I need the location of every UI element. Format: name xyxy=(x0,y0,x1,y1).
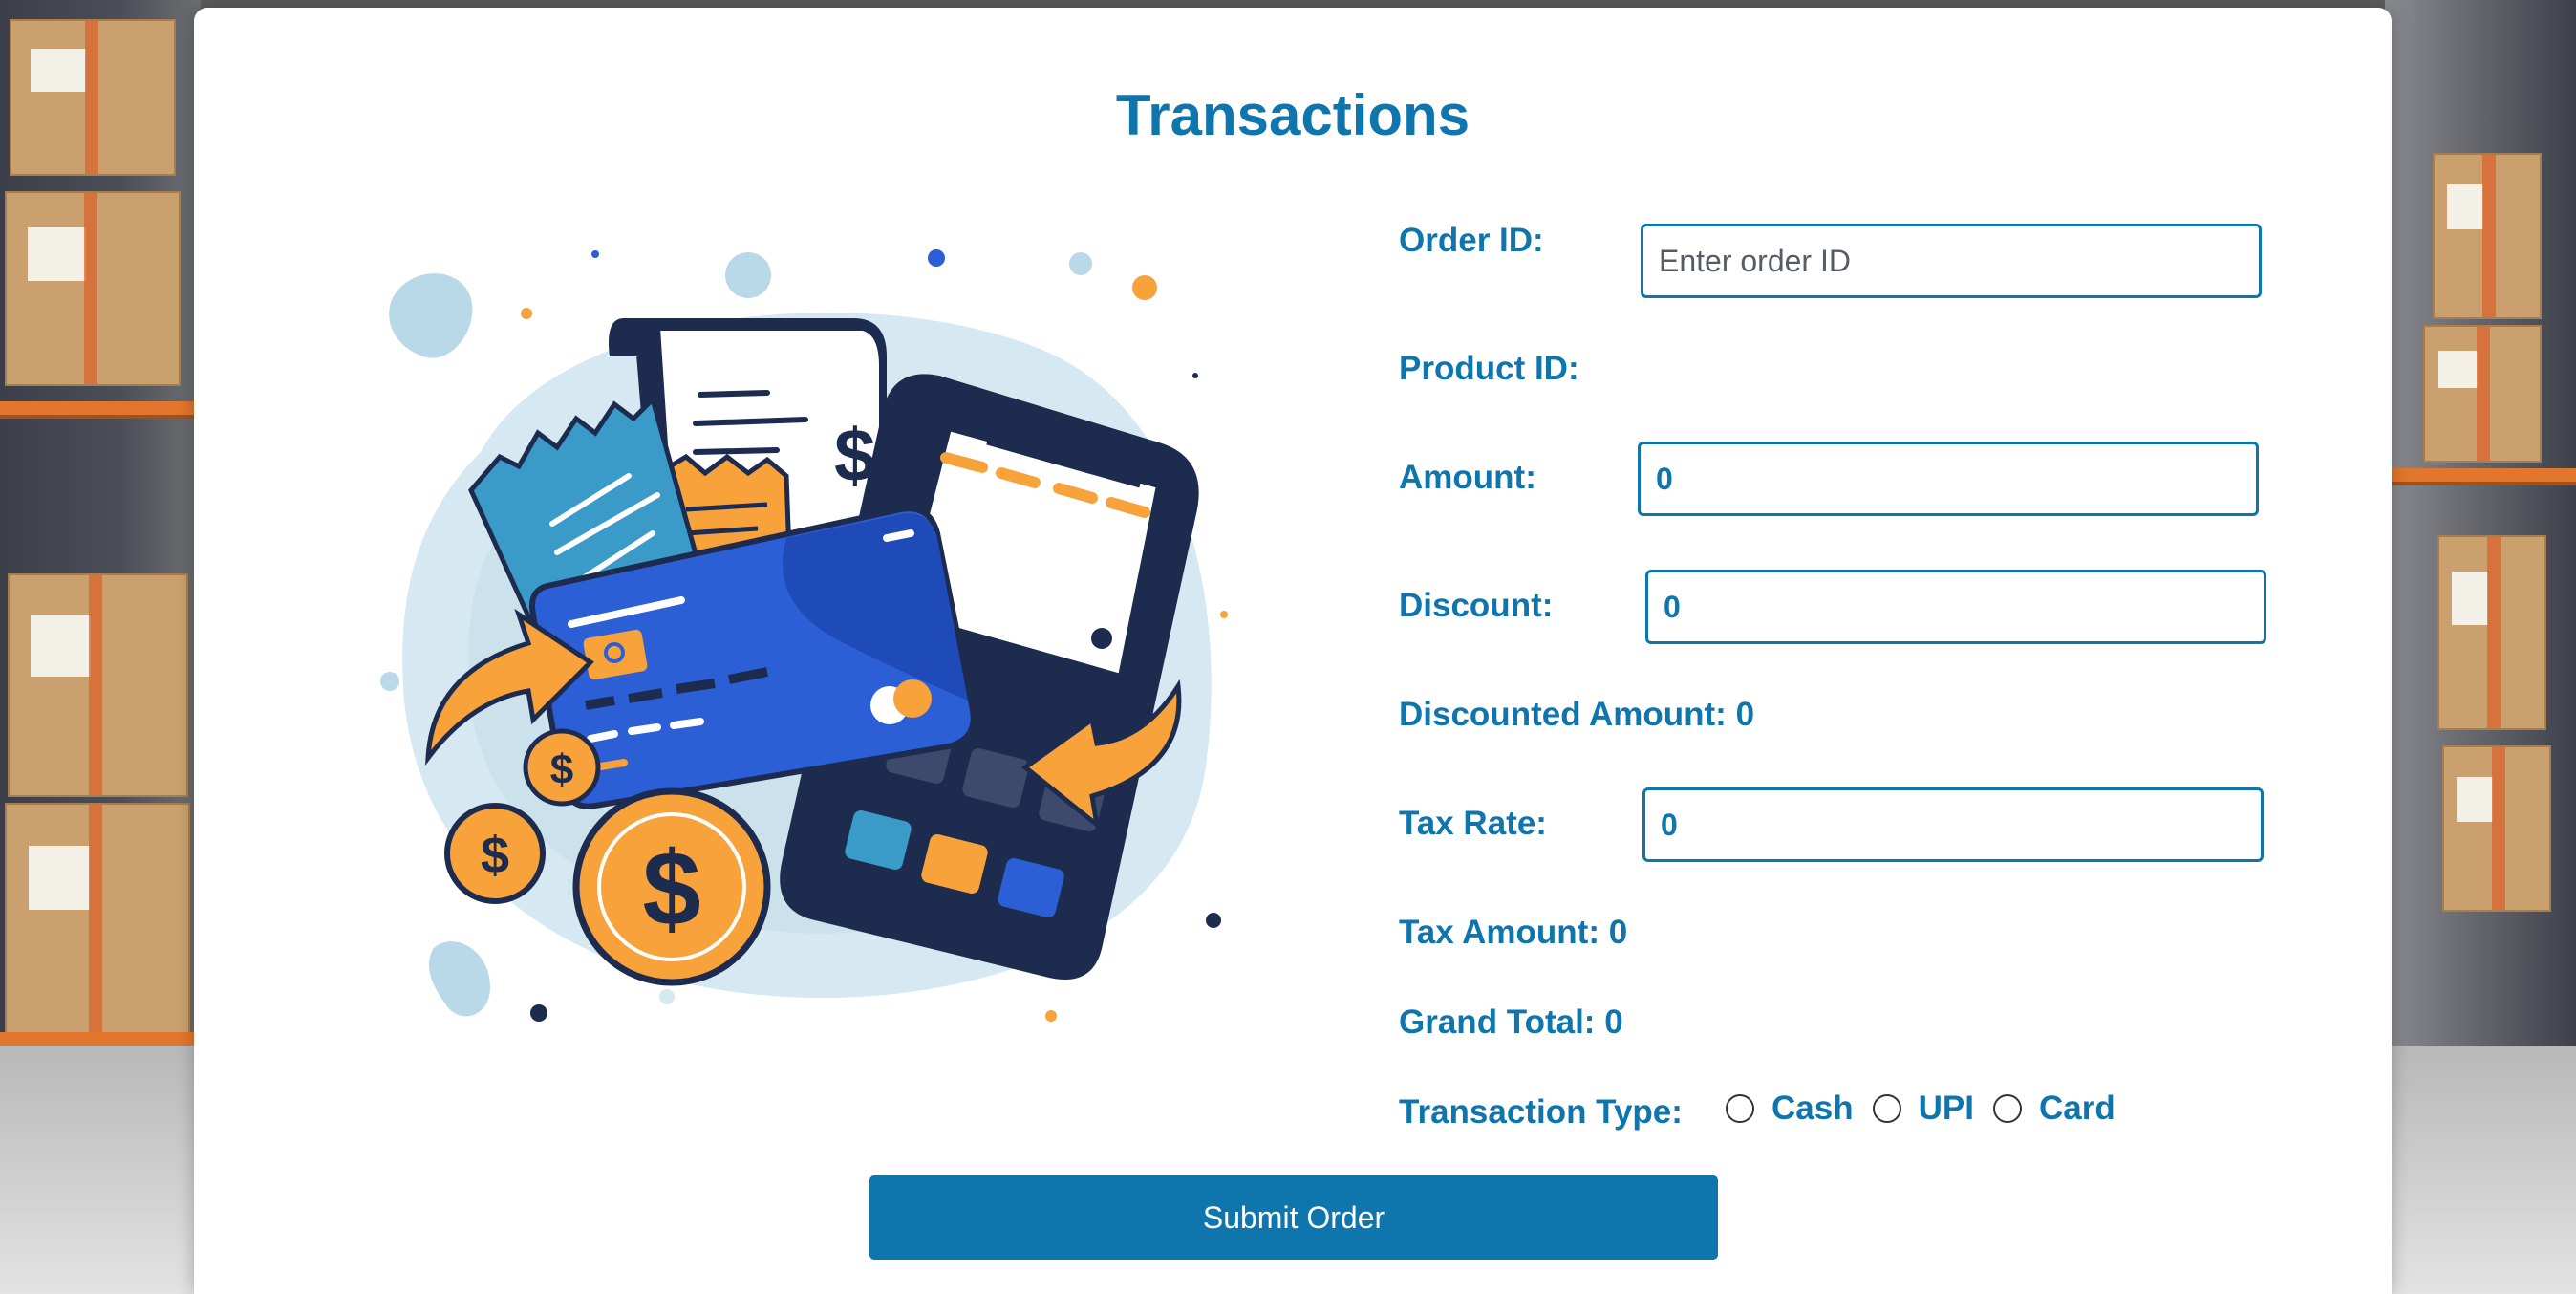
grand-total-label: Grand Total: xyxy=(1399,1003,1596,1041)
transaction-type-options: Cash UPI Card xyxy=(1726,1089,2115,1128)
transaction-type-label: Transaction Type: xyxy=(1399,1093,1683,1131)
order-id-label: Order ID: xyxy=(1399,222,1544,259)
svg-text:$: $ xyxy=(642,830,700,948)
transactions-card: Transactions $ $ $ $ Order ID: Enter ord… xyxy=(194,8,2392,1294)
radio-cash-label[interactable]: Cash xyxy=(1771,1089,1854,1128)
warehouse-shelves-right xyxy=(2385,0,2576,1294)
discount-input[interactable] xyxy=(1664,589,2264,625)
amount-field[interactable] xyxy=(1638,442,2259,516)
tax-rate-field[interactable] xyxy=(1642,787,2264,862)
radio-upi[interactable] xyxy=(1872,1094,1901,1123)
radio-card-label[interactable]: Card xyxy=(2039,1089,2115,1128)
order-id-field[interactable] xyxy=(1641,224,2262,298)
discounted-amount-row: Discounted Amount: 0 xyxy=(1399,696,1754,734)
order-id-input[interactable] xyxy=(1659,243,2259,279)
discounted-amount-value: 0 xyxy=(1735,696,1755,733)
payment-illustration: $ $ $ $ xyxy=(380,249,1228,1022)
warehouse-shelves-left xyxy=(0,0,201,1294)
discount-field[interactable] xyxy=(1645,570,2266,644)
amount-input[interactable] xyxy=(1656,461,2256,497)
tax-rate-label: Tax Rate: xyxy=(1399,805,1547,842)
tax-amount-row: Tax Amount: 0 xyxy=(1399,914,1627,952)
tax-amount-value: 0 xyxy=(1608,914,1628,951)
product-id-label: Product ID: xyxy=(1399,350,1579,387)
svg-text:$: $ xyxy=(481,827,509,884)
amount-label: Amount: xyxy=(1399,459,1536,496)
discount-label: Discount: xyxy=(1399,587,1554,624)
grand-total-row: Grand Total: 0 xyxy=(1399,1003,1623,1042)
grand-total-value: 0 xyxy=(1604,1003,1623,1041)
tax-amount-label: Tax Amount: xyxy=(1399,914,1599,951)
discounted-amount-label: Discounted Amount: xyxy=(1399,696,1727,733)
radio-cash[interactable] xyxy=(1726,1094,1754,1123)
radio-upi-label[interactable]: UPI xyxy=(1919,1089,1974,1128)
page-title: Transactions xyxy=(1115,83,1470,147)
radio-card[interactable] xyxy=(1992,1094,2022,1123)
submit-order-button[interactable]: Submit Order xyxy=(869,1175,1718,1260)
tax-rate-input[interactable] xyxy=(1661,807,2261,843)
svg-text:$: $ xyxy=(550,746,573,793)
